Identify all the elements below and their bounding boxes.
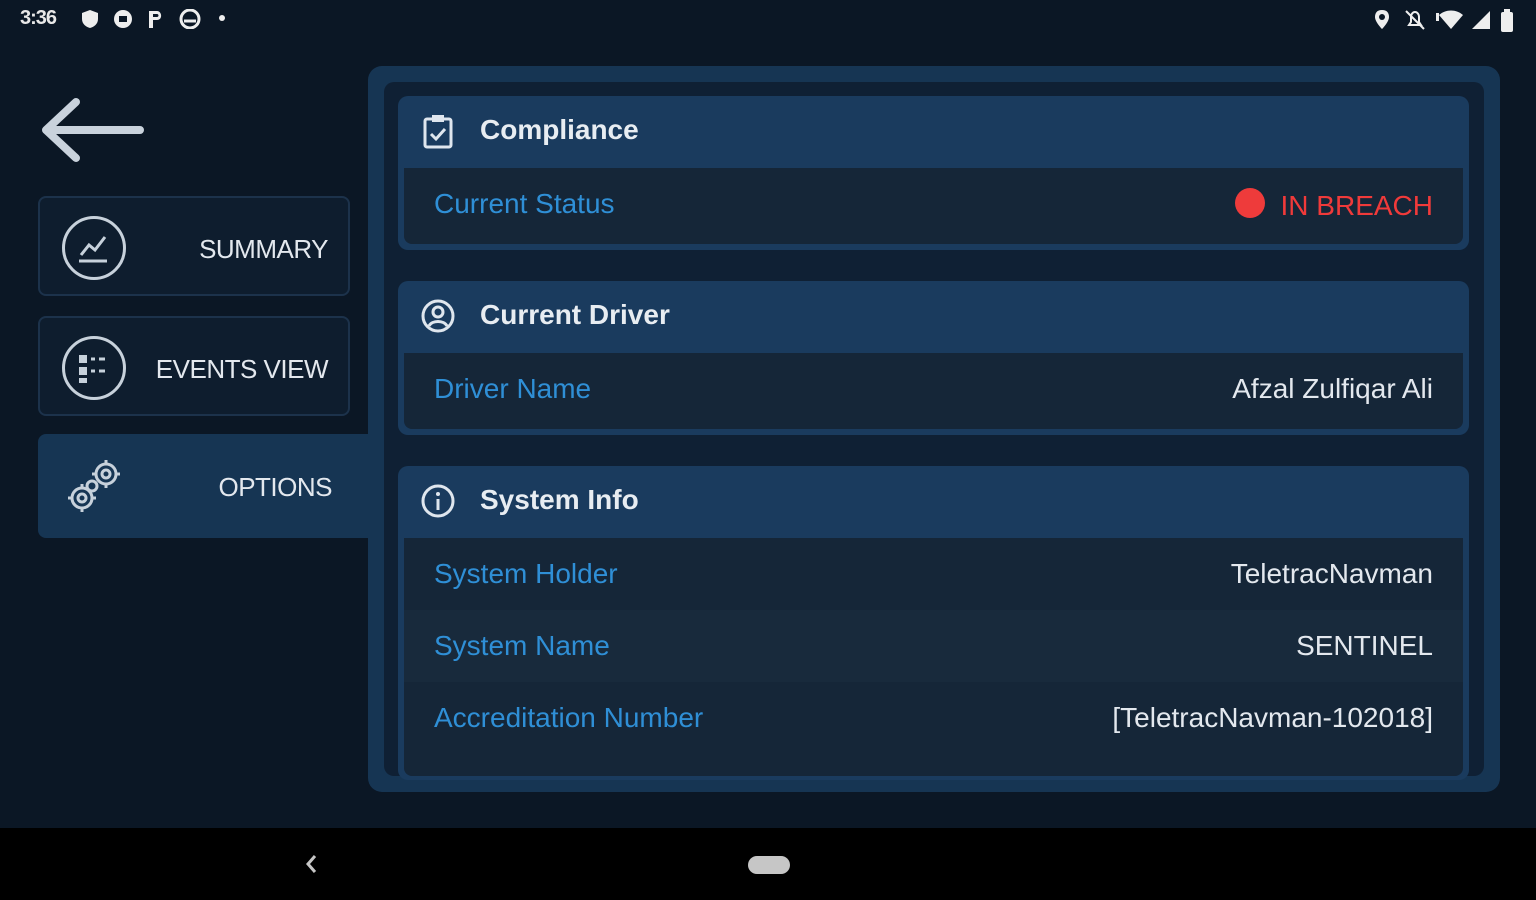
driver-header: Current Driver xyxy=(398,281,1469,351)
status-label: Current Status xyxy=(434,188,615,219)
sidebar-item-label: EVENTS VIEW xyxy=(155,354,329,384)
notification-shield-icon xyxy=(82,10,98,28)
compliance-body: Current Status IN BREACH xyxy=(404,168,1463,244)
driver-name-value: Afzal Zulfiqar Ali xyxy=(1232,373,1433,404)
signal-icon xyxy=(1472,11,1490,29)
sidebar-item-options[interactable]: OPTIONS xyxy=(38,434,370,538)
status-time: 3:36 xyxy=(20,7,57,29)
current-driver-card: Current Driver Driver Name Afzal Zulfiqa… xyxy=(398,281,1469,435)
driver-body: Driver Name Afzal Zulfiqar Ali xyxy=(404,353,1463,429)
navigation-bar xyxy=(0,828,1536,900)
sidebar-item-label: SUMMARY xyxy=(199,234,328,264)
system-header: System Info xyxy=(398,466,1469,536)
status-badge: IN BREACH xyxy=(1234,188,1433,222)
system-holder-value: TeletracNavman xyxy=(1230,558,1433,589)
system-title: System Info xyxy=(480,484,639,515)
clipboard-check-icon xyxy=(423,115,453,149)
system-name-label: System Name xyxy=(434,630,610,661)
gears-icon xyxy=(68,460,120,512)
user-circle-icon xyxy=(421,299,455,333)
system-name-row: System Name SENTINEL xyxy=(404,610,1463,682)
sidebar-item-summary[interactable]: SUMMARY xyxy=(38,196,350,296)
info-icon xyxy=(421,484,455,518)
notification-circle-icon xyxy=(114,10,132,28)
system-holder-row: System Holder TeletracNavman xyxy=(404,538,1463,610)
system-name-value: SENTINEL xyxy=(1296,630,1433,661)
chevron-left-icon[interactable] xyxy=(302,850,320,878)
list-icon xyxy=(62,336,126,400)
driver-name-label: Driver Name xyxy=(434,373,592,404)
system-info-card: System Info System Holder TeletracNavman… xyxy=(398,466,1469,780)
sidebar-item-label: OPTIONS xyxy=(218,472,332,502)
compliance-header: Compliance xyxy=(398,96,1469,166)
home-pill-icon[interactable] xyxy=(748,856,790,874)
arrow-left-icon xyxy=(42,98,144,162)
status-value: IN BREACH xyxy=(1280,190,1433,221)
battery-icon xyxy=(1501,9,1513,32)
location-icon xyxy=(1375,10,1389,29)
accreditation-row: Accreditation Number [TeletracNavman-102… xyxy=(404,682,1463,754)
compliance-card: Compliance Current Status IN BREACH xyxy=(398,96,1469,250)
driver-title: Current Driver xyxy=(480,299,670,330)
cloud-icon xyxy=(179,9,201,29)
compliance-title: Compliance xyxy=(480,114,639,145)
bell-off-icon xyxy=(1405,10,1425,30)
driver-row: Driver Name Afzal Zulfiqar Ali xyxy=(404,353,1463,425)
wifi-icon xyxy=(1436,10,1463,29)
status-bar: 3:36 xyxy=(0,0,1536,40)
chart-trend-icon xyxy=(62,216,126,280)
accreditation-value: [TeletracNavman-102018] xyxy=(1112,702,1433,733)
system-body: System Holder TeletracNavman System Name… xyxy=(404,538,1463,776)
dot-icon xyxy=(219,15,225,21)
accreditation-label: Accreditation Number xyxy=(434,702,704,733)
parking-icon xyxy=(149,11,162,28)
status-row: Current Status IN BREACH xyxy=(404,168,1463,240)
system-holder-label: System Holder xyxy=(434,558,618,589)
back-button[interactable] xyxy=(36,92,148,168)
sidebar-item-events-view[interactable]: EVENTS VIEW xyxy=(38,316,350,416)
breach-indicator-icon xyxy=(1234,188,1265,218)
